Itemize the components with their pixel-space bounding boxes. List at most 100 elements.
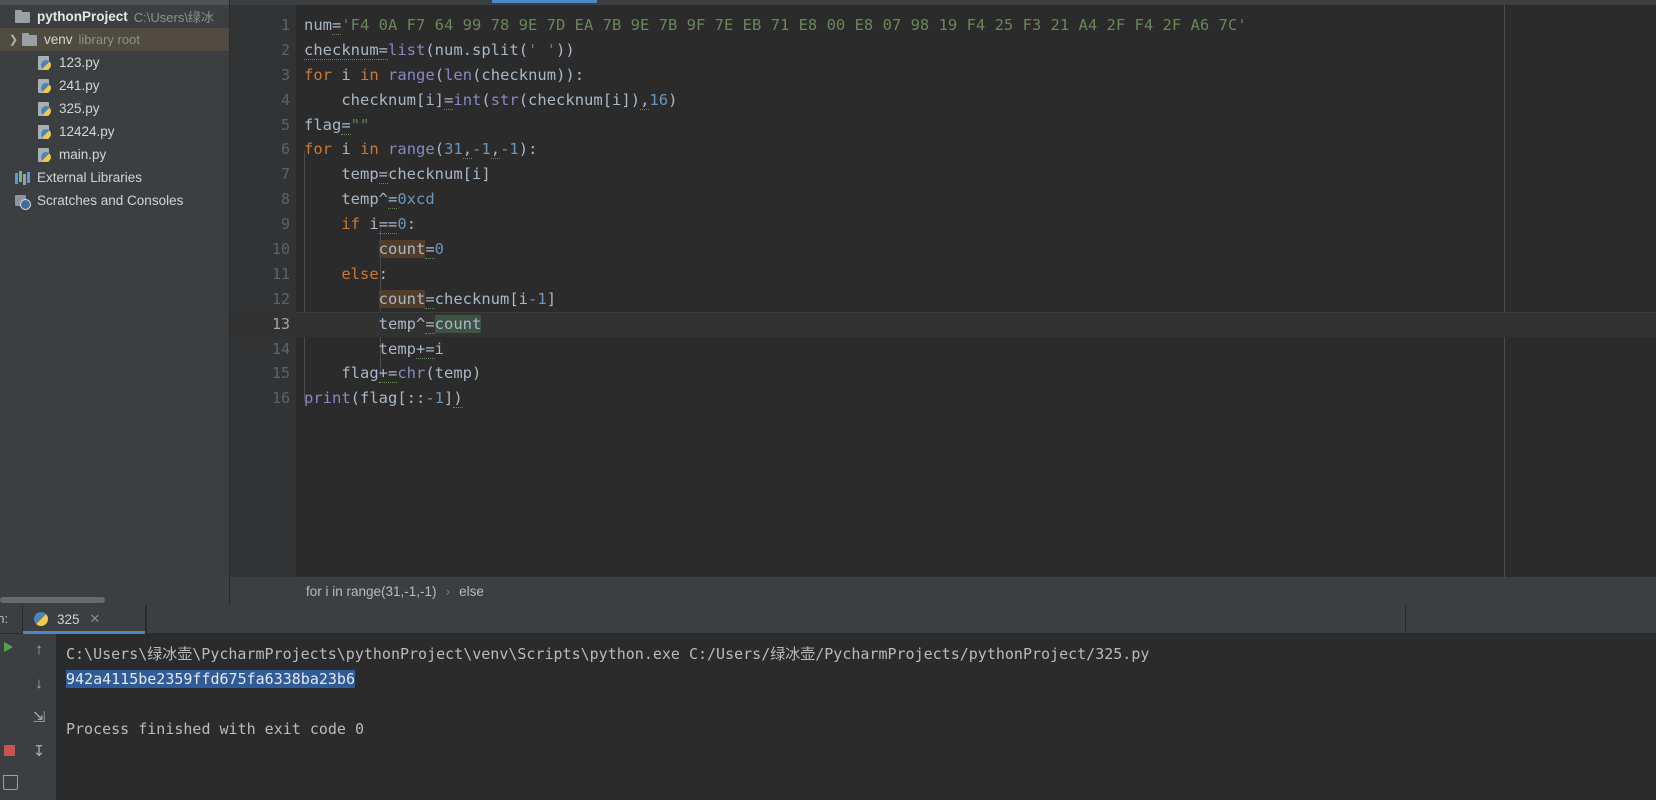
- tree-item-project-root[interactable]: pythonProject C:\Users\绿冰: [0, 5, 229, 28]
- tree-item-label: 123.py: [59, 55, 100, 70]
- selected-output-text: 942a4115be2359ffd675fa6338ba23b6: [66, 670, 355, 688]
- tree-item-scratches-and-consoles[interactable]: Scratches and Consoles: [0, 189, 229, 212]
- soft-wrap-icon[interactable]: ⇲: [29, 708, 49, 728]
- project-tree-horizontal-scrollbar[interactable]: [0, 597, 105, 603]
- console-output[interactable]: C:\Users\绿冰壶\PycharmProjects\pythonProje…: [56, 634, 1656, 800]
- scroll-to-end-icon[interactable]: ↧: [29, 742, 49, 762]
- stop-icon[interactable]: [4, 745, 15, 756]
- run-tab-bar-filler: [146, 605, 1405, 633]
- tree-item-tag: library root: [78, 32, 140, 47]
- tree-item-241-py[interactable]: 241.py: [0, 74, 229, 97]
- editor-gutter[interactable]: 1 2 3 4 5 6 7 8 9 10 11 12 13 14 15 16: [230, 5, 296, 577]
- line-number: 4: [280, 90, 290, 109]
- python-file-icon: [36, 101, 54, 117]
- code-line-6[interactable]: for i in range(31,-1,-1):: [296, 137, 1656, 162]
- line-number: 1: [280, 16, 290, 34]
- rerun-icon[interactable]: [4, 642, 13, 652]
- code-line-1[interactable]: num='F4 0A F7 64 99 78 9E 7D EA 7B 9E 7B…: [296, 13, 1656, 38]
- code-line-12[interactable]: count=checknum[i-1]: [296, 287, 1656, 312]
- pycharm-window: pythonProject C:\Users\绿冰 ❯ venv library…: [0, 0, 1656, 800]
- python-file-icon: [36, 78, 54, 94]
- console-result-line[interactable]: 942a4115be2359ffd675fa6338ba23b6: [66, 667, 1656, 692]
- tree-item-main-py[interactable]: main.py: [0, 143, 229, 166]
- code-line-10[interactable]: count=0: [296, 237, 1656, 262]
- trash-icon[interactable]: [3, 775, 18, 790]
- line-number: 14: [271, 339, 290, 358]
- project-tool-window[interactable]: pythonProject C:\Users\绿冰 ❯ venv library…: [0, 0, 230, 605]
- code-line-16[interactable]: print(flag[::-1]): [296, 386, 1656, 411]
- code-line-15[interactable]: flag+=chr(temp): [296, 361, 1656, 386]
- line-number: 11: [271, 264, 290, 283]
- code-line-9[interactable]: if i==0:: [296, 212, 1656, 237]
- run-tab-325[interactable]: 325 ✕: [22, 605, 146, 634]
- line-number: 9: [280, 215, 290, 234]
- project-root-name: pythonProject: [37, 9, 128, 24]
- run-actions-sidebar[interactable]: [0, 634, 22, 800]
- active-tab-underline: [492, 0, 597, 3]
- tree-item-123-py[interactable]: 123.py: [0, 51, 229, 74]
- line-number: 10: [271, 240, 290, 259]
- python-file-icon: [36, 147, 54, 163]
- project-root-path: C:\Users\绿冰: [133, 10, 214, 25]
- line-number-current: 13: [230, 311, 296, 337]
- run-tab-bar-filler-right: [1405, 605, 1656, 633]
- tree-item-label: 325.py: [59, 101, 100, 116]
- code-line-5[interactable]: flag="": [296, 113, 1656, 138]
- tree-item-label: main.py: [59, 147, 107, 162]
- occurrence-highlight: count: [378, 240, 426, 259]
- close-icon[interactable]: ✕: [90, 611, 101, 627]
- console-row: ↑ ↓ ⇲ ↧ C:\Users\绿冰壶\PycharmProjects\pyt…: [0, 634, 1656, 800]
- run-tab-bar[interactable]: un: 325 ✕: [0, 605, 1656, 634]
- occurrence-highlight-current: count: [434, 314, 482, 333]
- occurrence-highlight: count: [378, 289, 426, 308]
- console-command-line: C:\Users\绿冰壶\PycharmProjects\pythonProje…: [66, 645, 1150, 663]
- python-icon: [33, 611, 49, 627]
- tree-item-12424-py[interactable]: 12424.py: [0, 120, 229, 143]
- editor-and-project-area: pythonProject C:\Users\绿冰 ❯ venv library…: [0, 0, 1656, 605]
- up-arrow-icon[interactable]: ↑: [29, 640, 49, 660]
- breadcrumb-scope[interactable]: for i in range(31,-1,-1): [306, 584, 437, 599]
- code-line-13-current[interactable]: temp^=count: [296, 311, 1656, 337]
- code-line-8[interactable]: temp^=0xcd: [296, 187, 1656, 212]
- breadcrumb-child[interactable]: else: [459, 584, 484, 599]
- code-line-14[interactable]: temp+=i: [296, 337, 1656, 362]
- tree-item-label: External Libraries: [37, 170, 143, 185]
- code-editor[interactable]: num='F4 0A F7 64 99 78 9E 7D EA 7B 9E 7B…: [296, 5, 1656, 577]
- tree-item-label: 12424.py: [59, 124, 115, 139]
- line-number: 15: [271, 364, 290, 383]
- editor-body[interactable]: 1 2 3 4 5 6 7 8 9 10 11 12 13 14 15 16 n…: [230, 5, 1656, 577]
- python-file-icon: [36, 124, 54, 140]
- breadcrumb-separator-icon: ›: [445, 583, 451, 599]
- folder-icon: [21, 32, 39, 48]
- tree-item-325-py[interactable]: 325.py: [0, 97, 229, 120]
- code-line-3[interactable]: for i in range(len(checknum)):: [296, 63, 1656, 88]
- run-tab-title: 325: [57, 611, 80, 627]
- tree-item-label: venv: [44, 32, 73, 47]
- code-line-4[interactable]: checknum[i]=int(str(checknum[i]),16): [296, 88, 1656, 113]
- line-number: 8: [280, 190, 290, 209]
- code-line-2[interactable]: checknum=list(num.split(' ')): [296, 38, 1656, 63]
- tree-item-external-libraries[interactable]: External Libraries: [0, 166, 229, 189]
- editor-area: 1 2 3 4 5 6 7 8 9 10 11 12 13 14 15 16 n…: [230, 0, 1656, 605]
- run-tool-window: un: 325 ✕ ↑ ↓ ⇲ ↧ C:\Users\绿冰壶\Pyc: [0, 605, 1656, 800]
- console-status-line: Process finished with exit code 0: [66, 720, 365, 738]
- line-number: 5: [280, 115, 290, 134]
- tree-item-label: 241.py: [59, 78, 100, 93]
- console-toolbar[interactable]: ↑ ↓ ⇲ ↧: [22, 634, 56, 800]
- tree-item-label: Scratches and Consoles: [37, 193, 184, 208]
- tree-item-venv[interactable]: ❯ venv library root: [0, 28, 229, 51]
- hex-string-literal: 'F4 0A F7 64 99 78 9E 7D EA 7B 9E 7B 9F …: [341, 16, 1247, 34]
- scratches-icon: [14, 193, 32, 210]
- line-number: 7: [280, 165, 290, 184]
- line-number: 6: [280, 140, 290, 159]
- run-tool-window-label: un:: [0, 611, 9, 626]
- breadcrumb[interactable]: for i in range(31,-1,-1) › else: [230, 577, 1656, 605]
- code-line-11[interactable]: else:: [296, 262, 1656, 287]
- folder-icon: [14, 9, 32, 25]
- code-line-7[interactable]: temp=checknum[i]: [296, 162, 1656, 187]
- chevron-right-icon[interactable]: ❯: [6, 33, 21, 46]
- external-libraries-icon: [14, 170, 32, 186]
- line-number: 3: [280, 65, 290, 84]
- down-arrow-icon[interactable]: ↓: [29, 674, 49, 694]
